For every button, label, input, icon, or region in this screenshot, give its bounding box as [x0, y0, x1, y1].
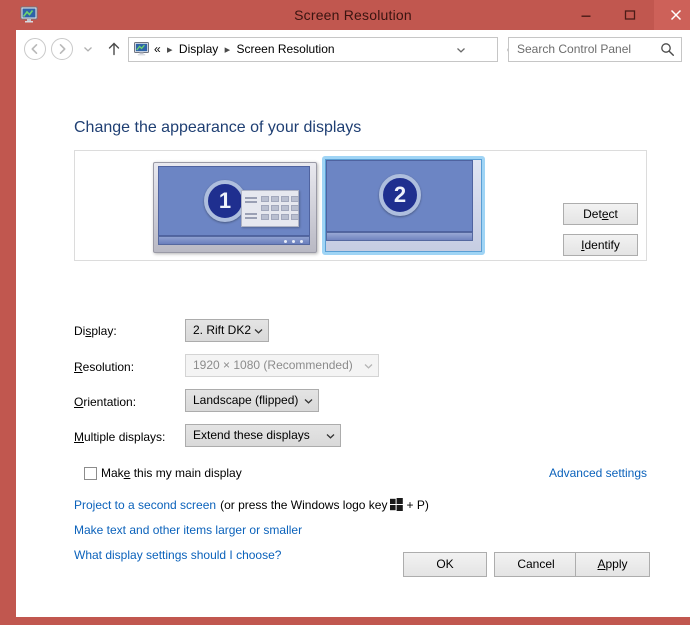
tile-square	[271, 196, 279, 202]
what-display-settings-link[interactable]: What display settings should I choose?	[74, 548, 281, 562]
monitor-preview-1[interactable]: 1	[153, 162, 317, 253]
close-button[interactable]	[654, 0, 690, 30]
chevron-down-icon[interactable]	[451, 38, 471, 61]
display-icon	[134, 42, 149, 56]
display-label: Display:	[74, 324, 117, 338]
chevron-down-icon	[254, 320, 263, 341]
resolution-dropdown: 1920 × 1080 (Recommended)	[185, 354, 379, 377]
multiple-displays-label: Multiple displays:	[74, 430, 165, 444]
chk-label-after: this my main display	[130, 466, 242, 480]
screen-resolution-window: Screen Resolution « ▸ Display ▸ Screen R…	[0, 0, 690, 625]
identify-button[interactable]: Identify	[563, 234, 638, 256]
display-dropdown-value: 2. Rift DK2	[193, 323, 252, 337]
multiple-label-after: ultiple displays:	[84, 430, 166, 444]
monitor-2-taskbar	[326, 232, 473, 241]
up-arrow-icon[interactable]	[104, 38, 124, 60]
tile-square	[291, 205, 299, 211]
ok-button[interactable]: OK	[403, 552, 487, 577]
monitor-number-badge: 2	[379, 174, 421, 216]
apply-accel: A	[597, 557, 606, 571]
forward-button[interactable]	[51, 38, 73, 60]
taskbar-dot	[284, 240, 287, 243]
recent-pages-chevron-icon[interactable]	[79, 38, 97, 60]
tile-square	[291, 196, 299, 202]
taskbar-dot	[292, 240, 295, 243]
apply-label-after: pply	[605, 557, 628, 571]
tile-line	[245, 217, 257, 219]
make-main-display-checkbox[interactable]	[84, 467, 97, 480]
tile-square	[291, 214, 299, 220]
chk-label-before: Mak	[101, 466, 124, 480]
tile-square	[281, 205, 289, 211]
tile-line	[245, 213, 257, 215]
breadcrumb-prefix[interactable]: «	[154, 42, 161, 56]
breadcrumb: « ▸ Display ▸ Screen Resolution	[154, 38, 335, 62]
orientation-label-after: rientation:	[83, 395, 137, 409]
monitor-1-taskbar	[158, 236, 310, 245]
monitor-number-badge: 1	[204, 180, 246, 222]
display-dropdown[interactable]: 2. Rift DK2	[185, 319, 269, 342]
back-button[interactable]	[24, 38, 46, 60]
chevron-down-icon	[304, 390, 313, 411]
maximize-button[interactable]	[608, 0, 652, 30]
orientation-dropdown[interactable]: Landscape (flipped)	[185, 389, 319, 412]
minimize-button[interactable]	[564, 0, 608, 30]
multiple-displays-dropdown[interactable]: Extend these displays	[185, 424, 341, 447]
orientation-dropdown-value: Landscape (flipped)	[193, 393, 299, 407]
detect-accel: e	[601, 207, 609, 221]
project-suffix-after: + P)	[406, 498, 429, 512]
resolution-label-after: esolution:	[82, 360, 135, 374]
chevron-down-icon	[364, 355, 373, 376]
client-area: « ▸ Display ▸ Screen Resolution Search C…	[16, 30, 690, 617]
project-suffix-before: (or press the Windows logo key	[220, 498, 388, 512]
multiple-label-accel: M	[74, 430, 84, 444]
tile-square	[261, 196, 269, 202]
address-bar[interactable]: « ▸ Display ▸ Screen Resolution	[128, 37, 498, 62]
breadcrumb-item-display[interactable]: Display	[179, 42, 218, 56]
search-icon	[660, 42, 675, 57]
tile-line	[245, 201, 257, 203]
search-placeholder: Search Control Panel	[517, 42, 632, 56]
orientation-label: Orientation:	[74, 395, 136, 409]
multiple-displays-value: Extend these displays	[193, 428, 310, 442]
resolution-label: Resolution:	[74, 360, 134, 374]
detect-label-before: Det	[583, 207, 602, 221]
resolution-label-accel: R	[74, 360, 83, 374]
breadcrumb-separator: ▸	[224, 44, 231, 56]
chevron-down-icon	[326, 425, 335, 446]
tile-square	[281, 196, 289, 202]
taskbar-dot	[300, 240, 303, 243]
make-main-display-label[interactable]: Make this my main display	[101, 466, 242, 480]
title-bar: Screen Resolution	[8, 0, 690, 30]
tile-square	[271, 205, 279, 211]
resolution-dropdown-value: 1920 × 1080 (Recommended)	[193, 358, 353, 372]
monitor-preview-2[interactable]: 2	[322, 156, 485, 255]
apply-button[interactable]: Apply	[575, 552, 650, 577]
display-preview-area[interactable]: 1 2	[74, 150, 647, 261]
windows-logo-icon	[390, 498, 404, 511]
content-area: Change the appearance of your displays 1	[16, 69, 690, 617]
make-text-larger-link[interactable]: Make text and other items larger or smal…	[74, 523, 302, 537]
navigation-bar: « ▸ Display ▸ Screen Resolution Search C…	[16, 30, 690, 69]
breadcrumb-item-screen-resolution[interactable]: Screen Resolution	[236, 42, 334, 56]
tile-square	[261, 214, 269, 220]
project-second-screen-row: Project to a second screen (or press the …	[74, 498, 429, 512]
tile-square	[261, 205, 269, 211]
project-to-second-screen-link[interactable]: Project to a second screen	[74, 498, 216, 512]
tile-square	[271, 214, 279, 220]
search-input[interactable]: Search Control Panel	[508, 37, 682, 62]
breadcrumb-separator: ▸	[167, 44, 173, 56]
advanced-settings-link[interactable]: Advanced settings	[549, 466, 647, 480]
page-title: Change the appearance of your displays	[74, 119, 362, 136]
detect-button[interactable]: Detect	[563, 203, 638, 225]
tile-line	[245, 197, 257, 199]
display-label-before: Di	[74, 324, 86, 338]
cancel-button[interactable]: Cancel	[494, 552, 578, 577]
detect-label-after: ct	[608, 207, 618, 221]
identify-label-after: dentify	[584, 238, 620, 252]
display-label-after: play:	[91, 324, 117, 338]
start-tiles-icon	[241, 190, 299, 227]
tile-square	[281, 214, 289, 220]
orientation-label-accel: O	[74, 395, 84, 409]
